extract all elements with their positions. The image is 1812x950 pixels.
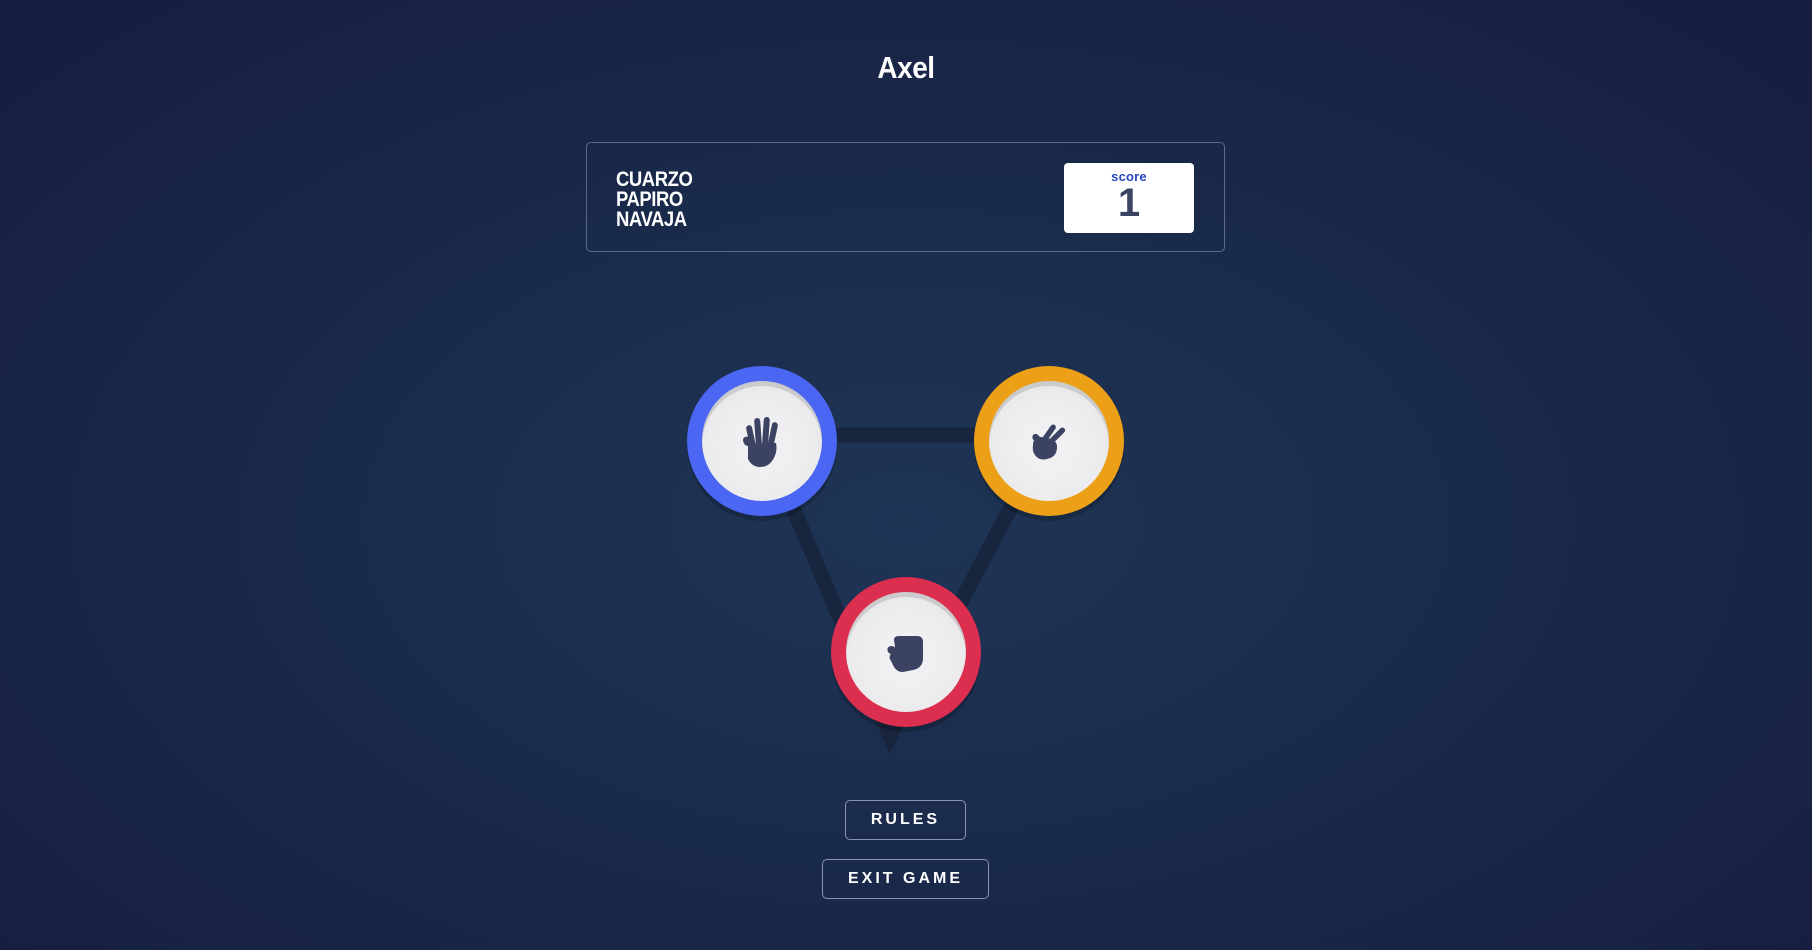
scissors-choice-face <box>989 381 1109 501</box>
hand-scissors-icon <box>1032 424 1066 460</box>
hand-paper-icon <box>743 417 778 467</box>
paper-choice-face <box>702 381 822 501</box>
hand-rock-icon <box>887 636 923 672</box>
rock-choice-button[interactable] <box>831 577 981 727</box>
scissors-choice-button[interactable] <box>974 366 1124 516</box>
rock-choice-face <box>846 592 966 712</box>
rules-button[interactable]: RULES <box>845 800 966 840</box>
paper-choice-button[interactable] <box>687 366 837 516</box>
exit-game-button[interactable]: EXIT GAME <box>822 859 989 899</box>
